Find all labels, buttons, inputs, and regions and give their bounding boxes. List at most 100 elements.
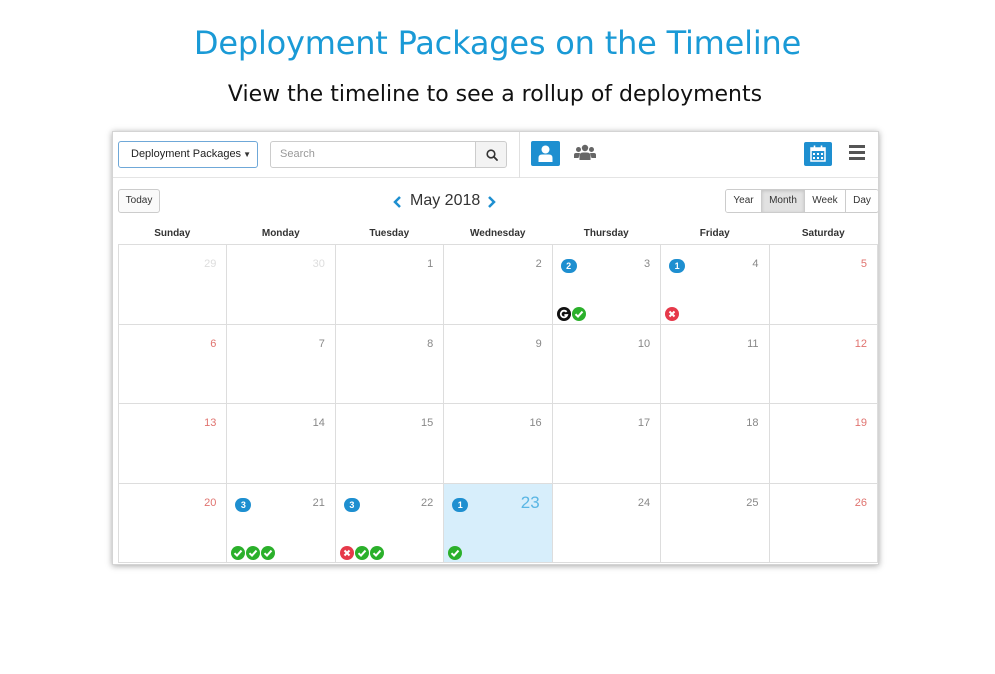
- day-cell[interactable]: 26: [769, 483, 878, 563]
- day-cell[interactable]: 10: [552, 324, 662, 404]
- view-week-button[interactable]: Week: [804, 190, 845, 212]
- day-cell[interactable]: 20: [119, 483, 228, 563]
- day-number: 5: [860, 258, 867, 270]
- day-number: 20: [204, 496, 217, 509]
- day-number: 14: [312, 417, 325, 429]
- deployment-count-badge[interactable]: 1: [669, 259, 686, 273]
- day-cell[interactable]: 18: [661, 404, 770, 484]
- search-button[interactable]: [475, 141, 507, 168]
- deployment-status-list: [231, 545, 276, 560]
- search-icon: [486, 149, 498, 161]
- deployment-count-badge[interactable]: 3: [343, 497, 360, 512]
- gated-icon: [559, 309, 569, 319]
- user-icon: [538, 145, 553, 162]
- day-cell[interactable]: 12: [769, 324, 878, 404]
- day-cell[interactable]: 41: [661, 245, 770, 325]
- day-number: 16: [529, 417, 542, 429]
- day-cell[interactable]: 11: [661, 324, 770, 404]
- day-number: 26: [854, 496, 867, 509]
- weekday-header-row: Sunday Monday Tuesday Wednesday Thursday…: [118, 223, 878, 244]
- my-items-button[interactable]: [531, 141, 560, 166]
- weekday-header: Tuesday: [369, 228, 410, 239]
- day-number: 13: [204, 417, 217, 429]
- day-cell[interactable]: 19: [769, 404, 878, 484]
- day-cell[interactable]: 24: [552, 483, 662, 563]
- weekday-header: Thursday: [583, 228, 629, 239]
- users-group-icon: [574, 144, 596, 160]
- check-icon: [357, 549, 367, 557]
- day-number: 24: [637, 496, 651, 509]
- failed-status-icon[interactable]: [665, 307, 680, 321]
- deployment-count-badge[interactable]: 3: [235, 497, 252, 512]
- week-row: 29 30 1 2 3 2 4 1 5: [119, 245, 878, 325]
- search-input[interactable]: Search: [270, 141, 476, 168]
- success-status-icon[interactable]: [231, 545, 246, 560]
- success-status-icon[interactable]: [571, 307, 586, 321]
- success-status-icon[interactable]: [246, 545, 261, 560]
- today-button[interactable]: Today: [118, 189, 160, 213]
- day-number: 11: [747, 337, 759, 350]
- day-number: 8: [427, 337, 434, 350]
- chevron-right-icon: [488, 196, 497, 208]
- week-row: 6 7 8 9 10 11 12: [119, 324, 878, 404]
- team-items-button[interactable]: [574, 144, 596, 164]
- check-icon: [574, 310, 583, 319]
- chevron-left-icon: [393, 196, 401, 208]
- check-icon: [451, 549, 460, 557]
- day-cell[interactable]: 17: [552, 404, 662, 484]
- day-cell[interactable]: 21 3: [227, 483, 336, 563]
- day-cell[interactable]: 32: [552, 245, 662, 325]
- day-cell[interactable]: 7: [227, 324, 336, 404]
- week-row: 20 21 3 22 3 23 1 24 25 26: [119, 483, 878, 563]
- success-status-icon[interactable]: [261, 545, 276, 560]
- day-cell[interactable]: 25: [661, 483, 770, 563]
- previous-month-button[interactable]: [391, 191, 405, 211]
- package-type-select[interactable]: Deployment Packages ▼: [118, 141, 258, 168]
- day-number: 29: [204, 258, 217, 270]
- weekday-header: Monday: [261, 228, 300, 239]
- day-cell[interactable]: 9: [444, 324, 553, 404]
- day-cell[interactable]: 5: [769, 245, 878, 325]
- check-icon: [234, 549, 243, 557]
- day-number: 22: [421, 496, 434, 509]
- deployment-count-badge[interactable]: 1: [452, 497, 469, 512]
- view-day-button[interactable]: Day: [845, 190, 878, 212]
- hamburger-menu-icon[interactable]: [849, 145, 867, 163]
- day-number: 6: [210, 337, 217, 350]
- deployment-status-list: [448, 545, 463, 560]
- day-cell[interactable]: 14: [227, 404, 336, 484]
- day-cell[interactable]: 30: [227, 245, 336, 325]
- day-cell[interactable]: 15: [335, 404, 445, 484]
- failed-status-icon[interactable]: [339, 545, 354, 560]
- day-cell[interactable]: 1: [335, 245, 445, 325]
- chevron-down-icon: ▼: [243, 150, 251, 159]
- deployment-count-badge[interactable]: 2: [560, 259, 577, 273]
- close-icon: [668, 310, 676, 318]
- day-cell[interactable]: 2: [444, 245, 553, 325]
- day-cell[interactable]: 23 1: [444, 483, 553, 563]
- day-cell[interactable]: 13: [119, 404, 228, 484]
- day-number: 3: [643, 258, 651, 270]
- top-toolbar: Deployment Packages ▼ Search: [113, 132, 878, 178]
- calendar-view-button[interactable]: [804, 142, 832, 166]
- day-number: 7: [318, 337, 325, 350]
- day-cell[interactable]: 8: [335, 324, 445, 404]
- day-number: 17: [637, 417, 651, 429]
- package-type-select-label: Deployment Packages: [131, 148, 242, 160]
- day-cell[interactable]: 6: [119, 324, 228, 404]
- next-month-button[interactable]: [485, 191, 499, 211]
- weekday-header: Saturday: [801, 228, 845, 239]
- success-status-icon[interactable]: [448, 545, 463, 560]
- view-year-button[interactable]: Year: [726, 190, 761, 212]
- success-status-icon[interactable]: [354, 545, 369, 560]
- check-icon: [249, 549, 258, 557]
- day-cell[interactable]: 29: [119, 245, 228, 325]
- view-month-button[interactable]: Month: [761, 190, 804, 212]
- success-status-icon[interactable]: [369, 545, 384, 560]
- gated-status-icon[interactable]: [556, 307, 571, 321]
- day-number: 2: [535, 258, 542, 270]
- toolbar-divider: [519, 132, 520, 178]
- day-cell[interactable]: 16: [444, 404, 553, 484]
- day-number: 25: [746, 496, 759, 509]
- day-cell[interactable]: 22 3: [335, 483, 445, 563]
